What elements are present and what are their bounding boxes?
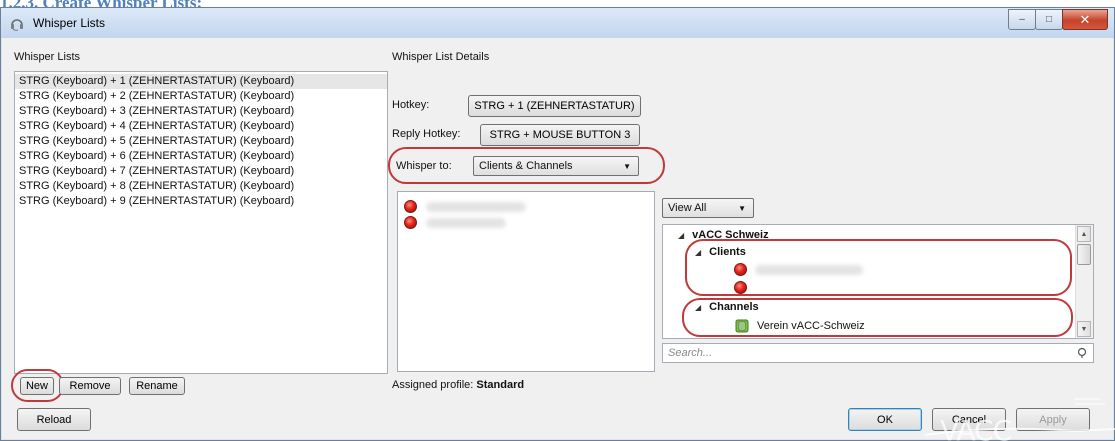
whisper-list-details-label: Whisper List Details: [392, 51, 490, 63]
list-item[interactable]: STRG (Keyboard) + 2 (ZEHNERTASTATUR) (Ke…: [15, 89, 387, 104]
window-title: Whisper Lists: [33, 16, 106, 30]
dialog-content: Whisper Lists STRG (Keyboard) + 1 (ZEHNE…: [8, 40, 1107, 433]
scroll-down-icon[interactable]: ▼: [1077, 321, 1091, 337]
annotation-oval-clients: [685, 239, 1072, 296]
minimize-button[interactable]: –: [1008, 9, 1036, 30]
red-status-icon: [404, 216, 417, 229]
svg-text:VACC: VACC: [940, 414, 1012, 441]
list-item[interactable]: STRG (Keyboard) + 7 (ZEHNERTASTATUR) (Ke…: [15, 164, 387, 179]
annotation-oval-whisper-to: [388, 147, 665, 184]
expand-triangle-icon[interactable]: ◢: [678, 231, 684, 240]
list-item[interactable]: STRG (Keyboard) + 4 (ZEHNERTASTATUR) (Ke…: [15, 119, 387, 134]
whisper-lists-label: Whisper Lists: [14, 51, 81, 63]
whisper-lists-window: Whisper Lists – □ ✕ Whisper Lists STRG (…: [0, 7, 1115, 441]
reply-hotkey-label: Reply Hotkey:: [392, 128, 461, 140]
rename-button[interactable]: Rename: [129, 377, 185, 395]
list-item[interactable]: STRG (Keyboard) + 9 (ZEHNERTASTATUR) (Ke…: [15, 194, 387, 209]
scroll-up-icon[interactable]: ▲: [1077, 226, 1091, 242]
headset-icon: [11, 19, 23, 31]
vacc-watermark-logo: VACC: [925, 398, 1115, 441]
reload-button[interactable]: Reload: [17, 408, 91, 431]
window-controls: – □ ✕: [1008, 9, 1108, 30]
list-item[interactable]: STRG (Keyboard) + 8 (ZEHNERTASTATUR) (Ke…: [15, 179, 387, 194]
tree-scrollbar[interactable]: ▲ ▼: [1075, 225, 1093, 338]
blurred-client-name: [426, 218, 506, 228]
whisper-list-box[interactable]: STRG (Keyboard) + 1 (ZEHNERTASTATUR) (Ke…: [14, 71, 388, 374]
list-item[interactable]: STRG (Keyboard) + 6 (ZEHNERTASTATUR) (Ke…: [15, 149, 387, 164]
annotation-oval-new: [11, 369, 64, 402]
search-placeholder: Search...: [668, 347, 713, 359]
scroll-thumb[interactable]: [1077, 244, 1091, 265]
hotkey-button[interactable]: STRG + 1 (ZEHNERTASTATUR): [468, 95, 641, 117]
red-status-icon: [404, 200, 417, 213]
remove-button[interactable]: Remove: [59, 377, 121, 395]
search-input[interactable]: Search...: [662, 343, 1094, 363]
view-filter-value: View All: [668, 202, 707, 214]
hotkey-label: Hotkey:: [392, 99, 430, 111]
chevron-down-icon: ▼: [738, 204, 746, 213]
list-item[interactable]: STRG (Keyboard) + 1 (ZEHNERTASTATUR) (Ke…: [15, 74, 387, 89]
annotation-oval-channels: [682, 298, 1073, 337]
list-item[interactable]: STRG (Keyboard) + 5 (ZEHNERTASTATUR) (Ke…: [15, 134, 387, 149]
view-filter-select[interactable]: View All ▼: [662, 198, 754, 218]
blurred-client-name: [426, 202, 526, 212]
title-bar: Whisper Lists – □ ✕: [1, 8, 1114, 38]
maximize-button[interactable]: □: [1035, 9, 1063, 30]
close-button[interactable]: ✕: [1062, 9, 1108, 30]
assigned-profile-label: Assigned profile:: [392, 379, 474, 391]
selected-targets-list[interactable]: [397, 191, 655, 372]
list-item[interactable]: STRG (Keyboard) + 3 (ZEHNERTASTATUR) (Ke…: [15, 104, 387, 119]
search-icon[interactable]: [1076, 347, 1088, 359]
reply-hotkey-button[interactable]: STRG + MOUSE BUTTON 3: [480, 124, 640, 146]
ok-button[interactable]: OK: [848, 408, 922, 431]
assigned-profile-value: Standard: [476, 379, 525, 391]
assigned-profile: Assigned profile: Standard: [392, 379, 524, 391]
